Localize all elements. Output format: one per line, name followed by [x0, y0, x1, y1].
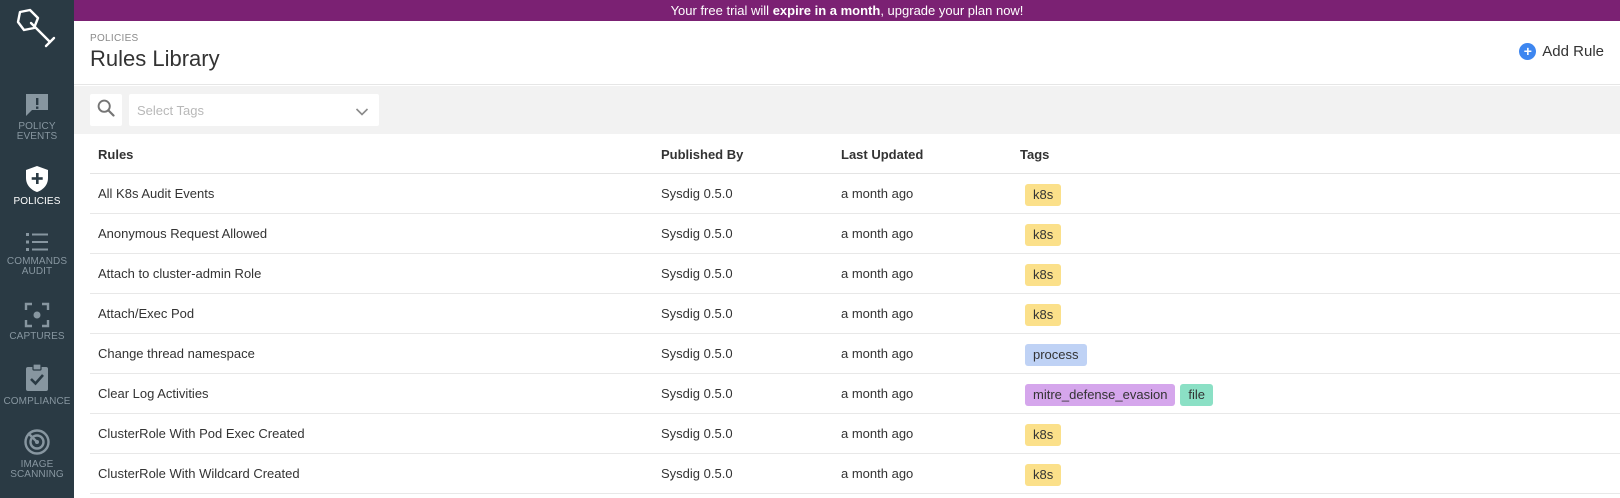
rule-name: ClusterRole With Wildcard Created — [98, 466, 300, 481]
rules-table: Rules Published By Last Updated Tags All… — [90, 134, 1620, 494]
sidebar-item-label: POLICIES — [13, 196, 61, 207]
rule-name: Anonymous Request Allowed — [98, 226, 268, 241]
sidebar-item-compliance[interactable]: COMPLIANCE — [0, 363, 74, 407]
tag-badge[interactable]: k8s — [1025, 303, 1062, 326]
last-updated: a month ago — [841, 226, 914, 241]
rule-name: ClusterRole With Pod Exec Created — [98, 426, 305, 441]
published-by: Sysdig 0.5.0 — [661, 226, 733, 241]
tag-badge[interactable]: k8s — [1025, 423, 1062, 446]
rule-name: Attach/Exec Pod — [98, 306, 195, 321]
table-row[interactable]: Clear Log Activities Sysdig 0.5.0 a month … — [90, 374, 1620, 414]
sidebar-item-label: COMMANDS AUDIT — [6, 256, 68, 277]
banner-prefix: Your free trial will — [670, 3, 773, 18]
published-by: Sysdig 0.5.0 — [661, 306, 733, 321]
published-by: Sysdig 0.5.0 — [661, 266, 733, 281]
search-button[interactable] — [90, 94, 122, 126]
tags-cell: k8s — [1020, 174, 1062, 214]
add-rule-label: Add Rule — [1542, 43, 1604, 60]
list-icon — [0, 231, 74, 253]
tag-badge[interactable]: k8s — [1025, 223, 1062, 246]
sidebar-item-image-scanning[interactable]: IMAGE SCANNING — [0, 428, 74, 480]
banner-suffix: , upgrade your plan now! — [880, 3, 1024, 18]
page-title: Rules Library — [90, 46, 220, 71]
published-by: Sysdig 0.5.0 — [661, 186, 733, 201]
published-by: Sysdig 0.5.0 — [661, 386, 733, 401]
tag-badge[interactable]: k8s — [1025, 463, 1062, 486]
sidebar-item-label: COMPLIANCE — [3, 396, 71, 407]
sidebar-item-policy-events[interactable]: POLICY EVENTS — [0, 92, 74, 142]
rule-name: Clear Log Activities — [98, 386, 209, 401]
table-row[interactable]: Anonymous Request Allowed Sysdig 0.5.0 a m… — [90, 214, 1620, 254]
tags-cell: k8s — [1020, 214, 1062, 254]
plus-circle-icon: + — [1519, 43, 1537, 60]
table-row[interactable]: ClusterRole With Pod Exec Created Sysdig … — [90, 414, 1620, 454]
last-updated: a month ago — [841, 186, 914, 201]
sidebar-item-policies[interactable]: POLICIES — [0, 165, 74, 207]
page-header: POLICIES Rules Library + Add Rule — [74, 21, 1620, 85]
tags-cell: process — [1020, 334, 1087, 374]
alert-message-icon — [0, 92, 74, 118]
last-updated: a month ago — [841, 266, 914, 281]
column-header-rules[interactable]: Rules — [98, 135, 133, 175]
last-updated: a month ago — [841, 426, 914, 441]
add-rule-button[interactable]: + Add Rule — [1519, 43, 1604, 60]
rule-name: Change thread namespace — [98, 346, 255, 361]
table-header: Rules Published By Last Updated Tags — [90, 134, 1620, 174]
table-row[interactable]: All K8s Audit Events Sysdig 0.5.0 a month … — [90, 174, 1620, 214]
search-icon — [97, 99, 115, 122]
column-header-tags[interactable]: Tags — [1020, 135, 1049, 175]
select-tags-dropdown[interactable]: Select Tags — [129, 94, 379, 126]
banner-emphasis: expire in a month — [772, 3, 881, 18]
tag-badge[interactable]: mitre_defense_evasion — [1025, 383, 1176, 406]
filter-bar: Select Tags — [74, 86, 1620, 134]
table-row[interactable]: Attach/Exec Pod Sysdig 0.5.0 a month ago k8… — [90, 294, 1620, 334]
last-updated: a month ago — [841, 386, 914, 401]
sidebar-item-captures[interactable]: CAPTURES — [0, 302, 74, 342]
rule-name: Attach to cluster-admin Role — [98, 266, 262, 281]
table-row[interactable]: Change thread namespace Sysdig 0.5.0 a mon… — [90, 334, 1620, 374]
select-tags-placeholder: Select Tags — [137, 103, 204, 118]
tags-cell: k8s — [1020, 414, 1062, 454]
last-updated: a month ago — [841, 306, 914, 321]
tag-badge[interactable]: process — [1025, 343, 1087, 366]
capture-icon — [0, 302, 74, 328]
chevron-down-icon — [355, 104, 369, 122]
tag-badge[interactable]: file — [1180, 383, 1214, 406]
sidebar-item-label: CAPTURES — [9, 331, 65, 342]
tag-badge[interactable]: k8s — [1025, 183, 1062, 206]
tags-cell: k8s — [1020, 254, 1062, 294]
sidebar-item-label: POLICY EVENTS — [16, 121, 58, 142]
last-updated: a month ago — [841, 346, 914, 361]
published-by: Sysdig 0.5.0 — [661, 346, 733, 361]
last-updated: a month ago — [841, 466, 914, 481]
sidebar-item-commands-audit[interactable]: COMMANDS AUDIT — [0, 231, 74, 277]
table-body: All K8s Audit Events Sysdig 0.5.0 a month … — [90, 174, 1620, 494]
clipboard-check-icon — [0, 363, 74, 393]
table-row[interactable]: Attach to cluster-admin Role Sysdig 0.5.0… — [90, 254, 1620, 294]
rule-name: All K8s Audit Events — [98, 186, 215, 201]
tags-cell: mitre_defense_evasion file — [1020, 374, 1214, 414]
tags-cell: k8s — [1020, 454, 1062, 494]
column-header-published-by[interactable]: Published By — [661, 135, 743, 175]
published-by: Sysdig 0.5.0 — [661, 466, 733, 481]
table-row[interactable]: ClusterRole With Wildcard Created Sysdig … — [90, 454, 1620, 494]
tag-badge[interactable]: k8s — [1025, 263, 1062, 286]
sidebar: POLICY EVENTS POLICIES COMMANDS AUDIT CA… — [0, 0, 74, 498]
column-header-last-updated[interactable]: Last Updated — [841, 135, 923, 175]
tags-cell: k8s — [1020, 294, 1062, 334]
shield-plus-icon — [0, 165, 74, 193]
trial-banner[interactable]: Your free trial will expire in a month, … — [74, 0, 1620, 21]
published-by: Sysdig 0.5.0 — [661, 426, 733, 441]
shovel-logo-icon[interactable] — [14, 8, 60, 52]
radar-icon — [0, 428, 74, 456]
breadcrumb[interactable]: POLICIES — [90, 33, 139, 44]
sidebar-item-label: IMAGE SCANNING — [10, 459, 64, 480]
